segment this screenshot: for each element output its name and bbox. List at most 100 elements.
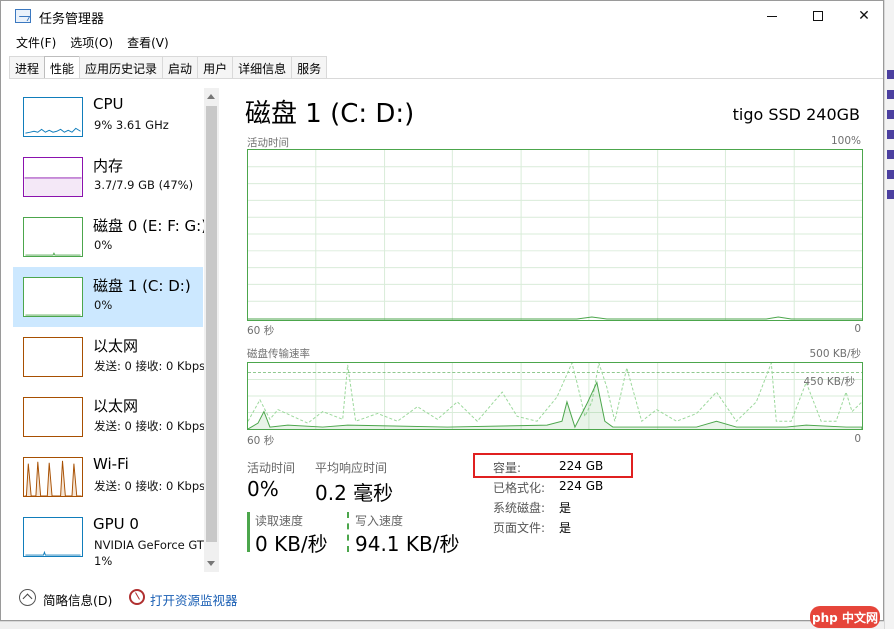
- read-speed-marker: [247, 512, 250, 552]
- resource-monitor-icon[interactable]: [129, 589, 145, 605]
- perf-item-name: Wi-Fi: [93, 455, 129, 473]
- perf-item-sub: 发送: 0 接收: 0 Kbps: [94, 419, 206, 433]
- tab-details[interactable]: 详细信息: [232, 56, 293, 78]
- transfer-rate-mid: 450 KB/秒: [803, 376, 855, 388]
- tab-performance[interactable]: 性能: [44, 56, 81, 79]
- perf-item-cpu[interactable]: CPU 9% 3.61 GHz: [13, 87, 203, 147]
- write-speed-value: 94.1 KB/秒: [355, 532, 460, 556]
- perf-item-name: 以太网: [93, 397, 139, 415]
- perf-item-ethernet-2[interactable]: 以太网 发送: 0 接收: 0 Kbps: [13, 387, 206, 447]
- active-time-x-left: 60 秒: [247, 325, 275, 337]
- perf-item-sub: 1%: [94, 554, 113, 568]
- tab-strip: 进程 性能 应用历史记录 启动 用户 详细信息 服务: [9, 56, 328, 79]
- site-watermark: php 中文网: [810, 606, 880, 628]
- left-pane-scrollbar[interactable]: [204, 88, 219, 572]
- ethernet-thumbnail-graph: [23, 397, 83, 437]
- active-time-label: 活动时间: [247, 137, 289, 149]
- formatted-label: 已格式化:: [493, 481, 546, 495]
- background-marker: [887, 170, 894, 179]
- active-time-x-right: 0: [854, 323, 861, 335]
- scrollbar-thumb[interactable]: [206, 106, 217, 542]
- write-speed-label: 写入速度: [355, 514, 404, 528]
- collapse-chevron-icon[interactable]: [19, 589, 36, 606]
- tab-startup[interactable]: 启动: [162, 56, 199, 78]
- menu-options[interactable]: 选项(O): [63, 31, 120, 53]
- active-time-max: 100%: [830, 135, 861, 147]
- perf-item-wifi[interactable]: Wi-Fi 发送: 0 接收: 0 Kbps: [13, 447, 206, 507]
- response-time-stat-value: 0.2 毫秒: [315, 481, 394, 505]
- performance-list: CPU 9% 3.61 GHz 内存 3.7/7.9 GB (47%) 磁盘 0…: [13, 87, 219, 573]
- transfer-rate-max: 500 KB/秒: [809, 348, 861, 360]
- open-resource-monitor-link[interactable]: 打开资源监视器: [150, 590, 238, 609]
- transfer-rate-graph: [247, 362, 863, 430]
- perf-item-gpu[interactable]: GPU 0 NVIDIA GeForce GTX 1%: [13, 507, 212, 568]
- close-button[interactable]: ✕: [841, 1, 887, 31]
- write-speed-marker: [347, 512, 349, 552]
- system-disk-value: 是: [559, 501, 572, 515]
- wifi-thumbnail-graph: [23, 457, 83, 497]
- tab-processes[interactable]: 进程: [9, 56, 46, 78]
- menu-bar: 文件(F) 选项(O) 查看(V): [1, 31, 176, 53]
- menu-file[interactable]: 文件(F): [9, 31, 63, 53]
- perf-item-memory[interactable]: 内存 3.7/7.9 GB (47%): [13, 147, 203, 207]
- perf-item-sub: 3.7/7.9 GB (47%): [94, 178, 194, 192]
- system-disk-label: 系统磁盘:: [493, 501, 546, 515]
- task-manager-icon: [15, 9, 31, 23]
- perf-item-disk1[interactable]: 磁盘 1 (C: D:) 0%: [13, 267, 203, 327]
- disk0-thumbnail-graph: [23, 217, 83, 257]
- background-marker: [887, 130, 894, 139]
- minimize-icon: [767, 15, 777, 17]
- disk1-thumbnail-graph: [23, 277, 83, 317]
- bottom-bar: 简略信息(D) 打开资源监视器: [1, 583, 883, 613]
- active-time-stat-value: 0%: [247, 477, 279, 501]
- perf-item-disk0[interactable]: 磁盘 0 (E: F: G:) 0%: [13, 207, 207, 267]
- tab-app-history[interactable]: 应用历史记录: [79, 56, 164, 78]
- tab-users[interactable]: 用户: [197, 56, 234, 78]
- tab-services[interactable]: 服务: [291, 56, 328, 78]
- response-time-stat-label: 平均响应时间: [315, 461, 388, 475]
- title-bar[interactable]: 任务管理器 ✕: [1, 1, 883, 31]
- background-window-strip: [884, 0, 894, 629]
- scroll-down-icon[interactable]: [207, 561, 215, 566]
- perf-item-sub: 发送: 0 接收: 0 Kbps: [94, 359, 206, 373]
- perf-item-sub: 发送: 0 接收: 0 Kbps: [94, 479, 206, 493]
- scroll-up-icon[interactable]: [207, 94, 215, 99]
- maximize-button[interactable]: [795, 1, 841, 31]
- capacity-label: 容量:: [493, 461, 522, 475]
- window-title: 任务管理器: [39, 12, 105, 27]
- read-speed-label: 读取速度: [255, 514, 304, 528]
- read-speed-value: 0 KB/秒: [255, 532, 328, 556]
- active-time-graph: [247, 149, 863, 321]
- fewer-details-link[interactable]: 简略信息(D): [43, 590, 112, 609]
- page-file-label: 页面文件:: [493, 521, 546, 535]
- perf-item-ethernet-1[interactable]: 以太网 发送: 0 接收: 0 Kbps: [13, 327, 206, 387]
- perf-item-sub: 0%: [94, 298, 113, 312]
- memory-thumbnail-graph: [23, 157, 83, 197]
- page-file-value: 是: [559, 521, 572, 535]
- transfer-x-left: 60 秒: [247, 435, 275, 447]
- perf-item-sub: 9% 3.61 GHz: [94, 118, 169, 132]
- tab-divider: [9, 78, 883, 79]
- maximize-icon: [813, 11, 823, 21]
- background-marker: [887, 150, 894, 159]
- disk-model: tigo SSD 240GB: [732, 105, 860, 124]
- active-time-stat-label: 活动时间: [247, 461, 296, 475]
- disk-title: 磁盘 1 (C: D:): [245, 99, 415, 129]
- perf-item-name: GPU 0: [93, 515, 139, 533]
- close-icon: ✕: [858, 8, 870, 24]
- transfer-rate-label: 磁盘传输速率: [247, 348, 310, 360]
- cpu-thumbnail-graph: [23, 97, 83, 137]
- background-marker: [887, 190, 894, 199]
- perf-item-name: 磁盘 0 (E: F: G:): [93, 217, 208, 235]
- background-marker: [887, 110, 894, 119]
- perf-item-name: CPU: [93, 95, 124, 113]
- gpu-thumbnail-graph: [23, 517, 83, 557]
- ethernet-thumbnail-graph: [23, 337, 83, 377]
- perf-item-sub: 0%: [94, 238, 113, 252]
- menu-view[interactable]: 查看(V): [120, 31, 176, 53]
- minimize-button[interactable]: [749, 1, 795, 31]
- capacity-value: 224 GB: [559, 459, 604, 473]
- background-marker: [887, 70, 894, 79]
- perf-item-name: 磁盘 1 (C: D:): [93, 277, 191, 295]
- perf-item-sub: NVIDIA GeForce GTX: [94, 538, 212, 552]
